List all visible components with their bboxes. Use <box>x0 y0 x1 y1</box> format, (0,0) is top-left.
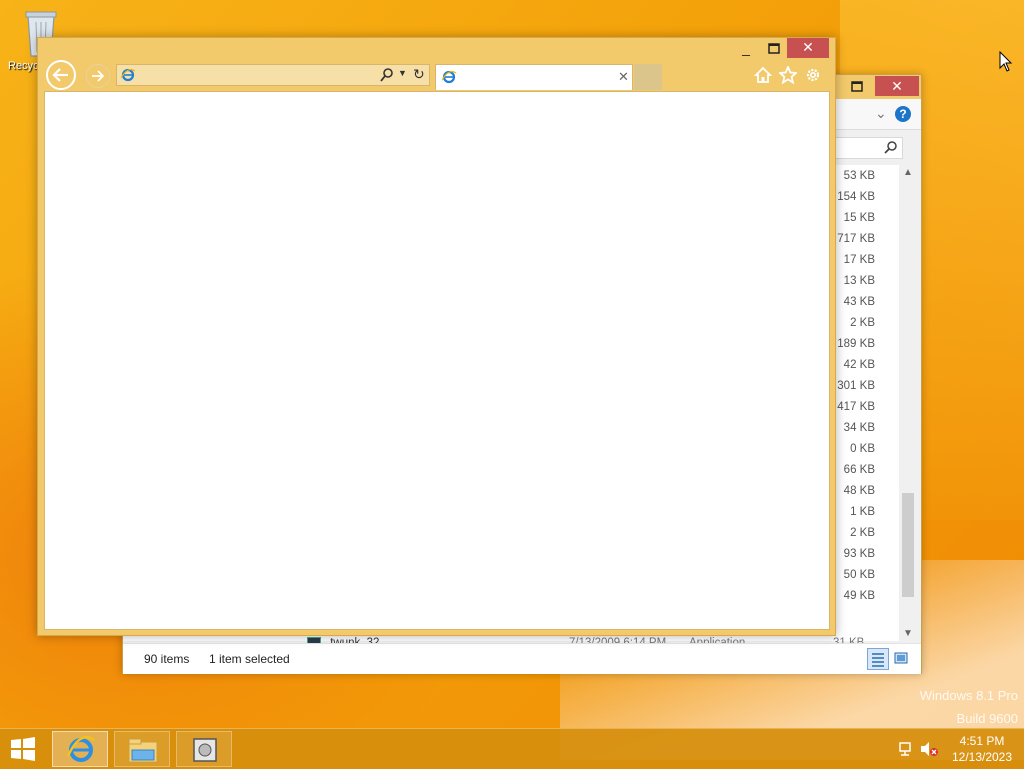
scroll-down-icon[interactable]: ▼ <box>903 628 913 639</box>
address-bar[interactable]: ▼ ↻ <box>116 64 430 86</box>
home-icon[interactable] <box>754 66 772 84</box>
cursor-icon <box>999 51 1013 72</box>
windows-logo-icon[interactable] <box>10 737 36 761</box>
watermark-edition: Windows 8.1 Pro <box>919 688 1018 703</box>
ie-close-button[interactable]: ✕ <box>787 38 829 58</box>
recycle-bin-label: Recyc <box>8 60 39 72</box>
network-icon[interactable] <box>898 741 914 757</box>
clock-time: 4:51 PM <box>959 734 1005 748</box>
taskbar: 4:51 PM 12/13/2023 <box>0 728 1024 769</box>
taskbar-application[interactable] <box>176 731 232 767</box>
back-button[interactable] <box>46 60 76 90</box>
large-icons-view-icon[interactable] <box>893 650 909 666</box>
windows-watermark: Windows 8.1 Pro Build 9600 <box>920 684 1018 730</box>
chevron-down-icon[interactable]: ▼ <box>398 68 407 78</box>
back-arrow-icon <box>52 68 68 82</box>
ribbon-expand-icon[interactable]: ⌄ <box>875 105 887 122</box>
scroll-up-icon[interactable]: ▲ <box>903 167 913 178</box>
browser-tab[interactable]: ✕ <box>435 64 633 90</box>
search-icon <box>884 141 897 154</box>
maximize-icon[interactable] <box>843 77 871 97</box>
folder-icon <box>128 738 158 763</box>
taskbar-internet-explorer[interactable] <box>52 731 108 767</box>
ie-logo-icon <box>66 736 95 762</box>
explorer-close-button[interactable]: ✕ <box>875 76 919 96</box>
watermark-build: Build 9600 <box>956 711 1018 726</box>
explorer-status-bar: 90 items 1 item selected <box>123 643 921 674</box>
help-icon[interactable]: ? <box>895 106 911 122</box>
tab-close-button[interactable]: ✕ <box>618 69 629 85</box>
forward-arrow-icon <box>92 70 105 82</box>
status-item-count: 90 items <box>144 652 190 666</box>
details-view-icon[interactable] <box>867 648 889 670</box>
internet-explorer-window[interactable]: _ ✕ ▼ ↻ ✕ <box>37 37 836 636</box>
status-selection: 1 item selected <box>209 652 290 666</box>
maximize-icon[interactable] <box>764 40 784 58</box>
speaker-muted-icon[interactable] <box>920 741 938 757</box>
star-icon[interactable] <box>779 66 797 84</box>
ie-logo-icon <box>121 68 135 82</box>
scroll-thumb[interactable] <box>902 493 914 597</box>
gear-icon[interactable] <box>804 66 822 84</box>
new-tab-button[interactable] <box>634 64 662 90</box>
taskbar-clock[interactable]: 4:51 PM 12/13/2023 <box>946 733 1018 765</box>
search-icon[interactable] <box>379 67 395 83</box>
clock-date: 12/13/2023 <box>951 750 1013 764</box>
refresh-icon[interactable]: ↻ <box>413 66 425 83</box>
explorer-scrollbar[interactable]: ▲ ▼ <box>899 165 917 641</box>
forward-button[interactable] <box>86 64 110 88</box>
application-icon <box>193 738 217 762</box>
taskbar-file-explorer[interactable] <box>114 731 170 767</box>
ie-logo-icon <box>442 70 456 84</box>
page-content[interactable] <box>44 91 830 630</box>
minimize-button[interactable]: _ <box>736 40 756 58</box>
